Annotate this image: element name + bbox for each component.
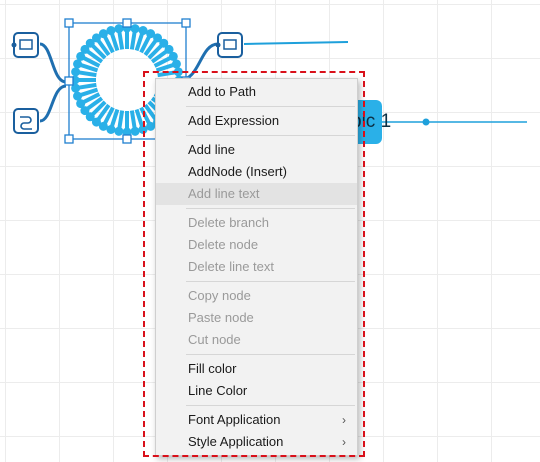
menu-item-label: Add to Path bbox=[188, 84, 256, 99]
connector-line bbox=[39, 84, 67, 123]
ring-bead bbox=[130, 126, 140, 136]
ring-bead bbox=[130, 24, 140, 34]
menu-item-label: AddNode (Insert) bbox=[188, 164, 287, 179]
menu-item-label: Paste node bbox=[188, 310, 254, 325]
menu-item-cut-node[interactable]: Cut node bbox=[156, 329, 357, 351]
ring-bead bbox=[73, 91, 83, 101]
branch-line bbox=[243, 41, 349, 45]
resize-handle[interactable] bbox=[64, 134, 74, 144]
menu-item-add-expression[interactable]: Add Expression bbox=[156, 110, 357, 132]
image-node-icon[interactable] bbox=[215, 32, 243, 58]
resize-handle[interactable] bbox=[122, 18, 132, 28]
menu-item-fill-color[interactable]: Fill color bbox=[156, 358, 357, 380]
ring-spoke bbox=[157, 70, 177, 78]
menu-item-line-color[interactable]: Line Color bbox=[156, 380, 357, 402]
menu-item-addnode-insert[interactable]: AddNode (Insert) bbox=[156, 161, 357, 183]
ring-bead bbox=[114, 24, 124, 34]
menu-separator bbox=[186, 405, 355, 406]
ring-bead bbox=[114, 126, 124, 136]
connection-point[interactable] bbox=[422, 118, 430, 126]
link-node-icon[interactable] bbox=[13, 108, 39, 134]
menu-separator bbox=[186, 281, 355, 282]
connector-line bbox=[39, 42, 67, 84]
menu-item-label: Font Application bbox=[188, 412, 281, 427]
menu-item-style-application[interactable]: Style Application › bbox=[156, 431, 357, 453]
resize-handle[interactable] bbox=[64, 76, 74, 86]
ring-spoke bbox=[77, 70, 97, 78]
resize-handle[interactable] bbox=[181, 18, 191, 28]
menu-separator bbox=[186, 208, 355, 209]
ring-bead bbox=[106, 26, 116, 36]
image-node-icon[interactable] bbox=[11, 32, 39, 58]
menu-item-delete-node[interactable]: Delete node bbox=[156, 234, 357, 256]
menu-item-label: Fill color bbox=[188, 361, 237, 376]
menu-item-label: Copy node bbox=[188, 288, 251, 303]
ring-bead bbox=[173, 67, 183, 77]
context-menu[interactable]: Add to Path Add Expression Add line AddNode… bbox=[155, 78, 358, 456]
menu-separator bbox=[186, 135, 355, 136]
ring-spoke bbox=[77, 82, 97, 90]
ring-spoke bbox=[129, 110, 137, 130]
menu-item-copy-node[interactable]: Copy node bbox=[156, 285, 357, 307]
menu-item-delete-branch[interactable]: Delete branch bbox=[156, 212, 357, 234]
menu-item-label: Line Color bbox=[188, 383, 248, 398]
menu-item-paste-node[interactable]: Paste node bbox=[156, 307, 357, 329]
menu-item-label: Delete node bbox=[188, 237, 259, 252]
menu-separator bbox=[186, 106, 355, 107]
menu-item-label: Add line bbox=[188, 142, 235, 157]
menu-item-label: Cut node bbox=[188, 332, 241, 347]
menu-item-label: Add line text bbox=[188, 186, 260, 201]
menu-item-delete-line-text[interactable]: Delete line text bbox=[156, 256, 357, 278]
menu-item-add-line-text[interactable]: Add line text bbox=[156, 183, 357, 205]
ring-spoke bbox=[129, 30, 137, 50]
chevron-right-icon: › bbox=[342, 435, 346, 449]
ring-bead bbox=[171, 59, 181, 69]
menu-item-label: Add Expression bbox=[188, 113, 280, 128]
ring-spoke bbox=[117, 110, 125, 130]
resize-handle[interactable] bbox=[64, 18, 74, 28]
ring-spoke bbox=[117, 30, 125, 50]
menu-item-add-line[interactable]: Add line bbox=[156, 139, 357, 161]
resize-handle[interactable] bbox=[122, 134, 132, 144]
chevron-right-icon: › bbox=[342, 413, 346, 427]
ring-bead bbox=[138, 124, 148, 134]
menu-item-add-to-path[interactable]: Add to Path bbox=[156, 81, 357, 103]
menu-item-label: Delete branch bbox=[188, 215, 269, 230]
menu-separator bbox=[186, 354, 355, 355]
ring-bead bbox=[71, 67, 81, 77]
menu-item-font-application[interactable]: Font Application › bbox=[156, 409, 357, 431]
menu-item-label: Style Application bbox=[188, 434, 284, 449]
menu-item-label: Delete line text bbox=[188, 259, 274, 274]
